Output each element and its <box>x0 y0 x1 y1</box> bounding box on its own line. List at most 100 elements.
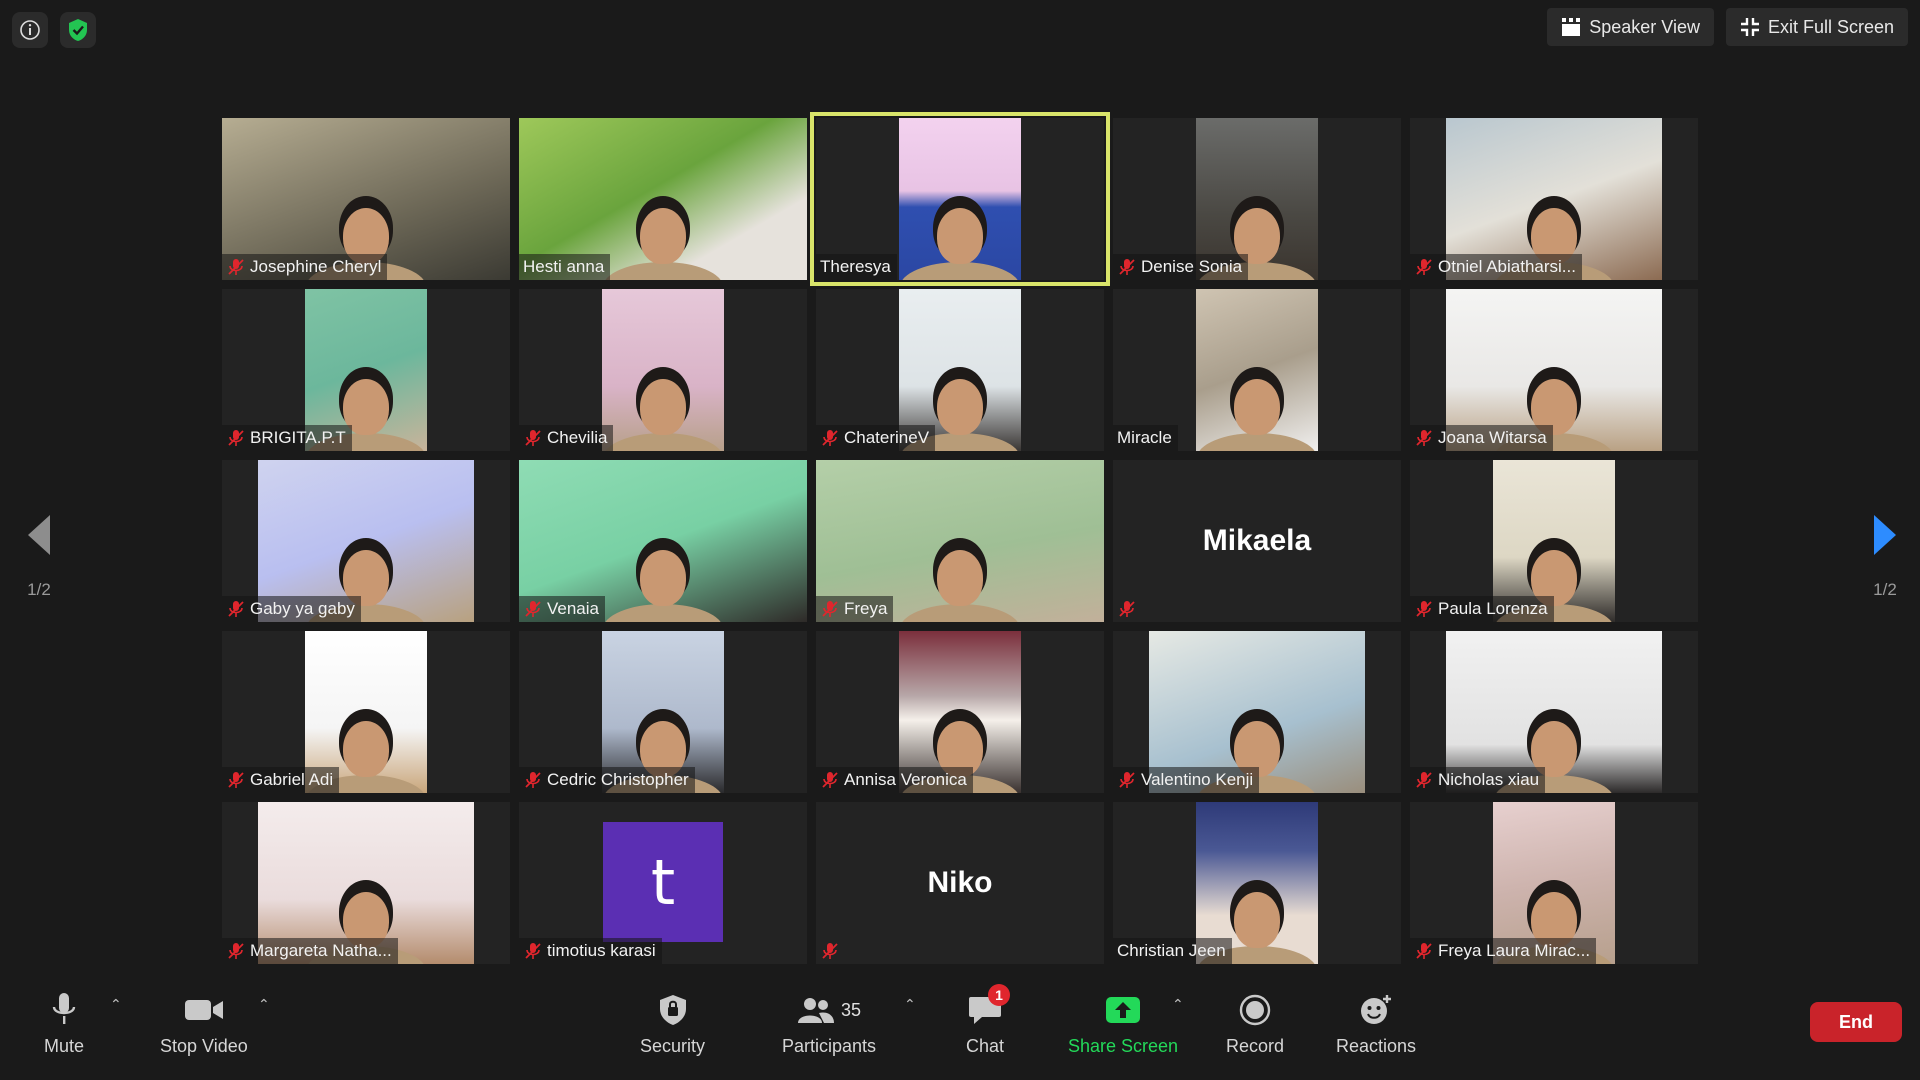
participant-tile[interactable]: Margareta Natha... <box>222 802 510 964</box>
meeting-info-button[interactable] <box>12 12 48 48</box>
reactions-button[interactable]: Reactions <box>1336 988 1416 1057</box>
participant-video <box>899 118 1021 280</box>
mute-label: Mute <box>44 1036 85 1056</box>
stop-video-button[interactable]: Stop Video <box>160 988 248 1057</box>
chevron-up-icon: ⌃ <box>258 996 270 1012</box>
video-camera-icon <box>184 1000 223 1020</box>
participant-name-bar: Gabriel Adi <box>222 767 340 793</box>
exit-full-screen-icon <box>1740 18 1759 36</box>
muted-microphone-icon <box>228 259 244 275</box>
participant-display-name: Niko <box>927 866 993 899</box>
microphone-icon <box>52 993 76 1024</box>
participant-tile[interactable]: Gabriel Adi <box>222 631 510 793</box>
participant-name: ChaterineV <box>844 428 930 447</box>
participant-name-bar: Gaby ya gaby <box>222 596 361 622</box>
participant-tile[interactable]: Niko <box>816 802 1104 964</box>
chevron-up-icon: ⌃ <box>110 996 122 1012</box>
participant-name: Freya <box>844 599 888 618</box>
participant-tile[interactable]: Denise Sonia <box>1113 118 1401 280</box>
chevron-up-icon: ⌃ <box>904 996 916 1012</box>
participants-options-caret[interactable]: ⌃ <box>904 996 916 1013</box>
participant-tile[interactable]: Miracle <box>1113 289 1401 451</box>
share-screen-button[interactable]: Share Screen <box>1068 988 1178 1057</box>
record-label: Record <box>1226 1036 1285 1056</box>
video-options-caret[interactable]: ⌃ <box>258 996 270 1013</box>
record-button[interactable]: Record <box>1226 988 1284 1057</box>
participants-icon <box>798 998 834 1023</box>
participant-tile[interactable]: Venaia <box>519 460 807 622</box>
stop-video-label: Stop Video <box>160 1036 248 1056</box>
audio-options-caret[interactable]: ⌃ <box>110 996 122 1013</box>
participant-name: Miracle <box>1117 428 1172 447</box>
chevron-up-icon: ⌃ <box>1172 996 1184 1012</box>
muted-microphone-icon <box>525 430 541 446</box>
participant-name: Cedric Christopher <box>547 770 689 789</box>
participant-name-bar: Denise Sonia <box>1113 254 1249 280</box>
shield-check-icon <box>69 19 87 41</box>
speaker-view-icon <box>1562 18 1581 36</box>
muted-microphone-icon <box>822 772 838 788</box>
encryption-button[interactable] <box>60 12 96 48</box>
muted-microphone-icon <box>228 772 244 788</box>
participant-name-bar <box>816 938 850 964</box>
participant-tile[interactable]: Joana Witarsa <box>1410 289 1698 451</box>
participant-tile[interactable]: Paula Lorenza <box>1410 460 1698 622</box>
gallery-grid: Josephine Cheryl Hesti anna Theresya Denise… <box>222 112 1698 964</box>
participant-name-bar <box>1113 596 1147 622</box>
participant-tile[interactable]: Hesti anna <box>519 118 807 280</box>
security-button[interactable]: Security <box>640 988 705 1057</box>
mute-button[interactable]: Mute <box>44 988 84 1057</box>
end-meeting-button[interactable]: End <box>1810 1002 1902 1042</box>
participant-tile[interactable]: Theresya <box>810 112 1110 286</box>
participant-name: Gabriel Adi <box>250 770 334 789</box>
participants-button[interactable]: 35 Participants <box>782 988 876 1057</box>
participant-tile[interactable]: Freya Laura Mirac... <box>1410 802 1698 964</box>
participant-video <box>1196 289 1318 451</box>
previous-page-control[interactable]: 1/2 <box>26 514 52 600</box>
muted-microphone-icon <box>228 430 244 446</box>
participant-name-bar: Annisa Veronica <box>816 767 973 793</box>
chat-unread-badge: 1 <box>988 984 1011 1006</box>
muted-microphone-icon <box>1416 943 1432 959</box>
participant-name: Annisa Veronica <box>844 770 967 789</box>
participant-tile[interactable]: Cedric Christopher <box>519 631 807 793</box>
participant-name: timotius karasi <box>547 941 656 960</box>
muted-microphone-icon <box>1119 601 1135 617</box>
speaker-view-button[interactable]: Speaker View <box>1547 8 1714 46</box>
reactions-label: Reactions <box>1336 1036 1417 1056</box>
participant-tile[interactable]: Chevilia <box>519 289 807 451</box>
chat-button[interactable]: 1 Chat <box>966 984 1011 1057</box>
exit-full-screen-button[interactable]: Exit Full Screen <box>1725 8 1908 46</box>
participant-name-bar: Margareta Natha... <box>222 938 398 964</box>
muted-microphone-icon <box>525 943 541 959</box>
participants-label: Participants <box>782 1036 877 1056</box>
share-options-caret[interactable]: ⌃ <box>1172 996 1184 1013</box>
participant-tile[interactable]: Christian Jeen <box>1113 802 1401 964</box>
participant-name: Josephine Cheryl <box>250 257 382 276</box>
top-left-controls <box>12 12 96 48</box>
muted-microphone-icon <box>228 601 244 617</box>
record-icon <box>1239 994 1271 1026</box>
participant-avatar: t <box>603 822 723 942</box>
participant-tile[interactable]: Valentino Kenji <box>1113 631 1401 793</box>
participant-tile[interactable]: Freya <box>816 460 1104 622</box>
speaker-view-label: Speaker View <box>1589 16 1700 37</box>
participant-tile[interactable]: t timotius karasi <box>519 802 807 964</box>
share-screen-icon <box>1106 997 1141 1023</box>
participant-tile[interactable]: Mikaela <box>1113 460 1401 622</box>
participant-name: Freya Laura Mirac... <box>1438 941 1591 960</box>
participant-tile[interactable]: Gaby ya gaby <box>222 460 510 622</box>
next-page-control[interactable]: 1/2 <box>1872 514 1898 600</box>
participant-tile[interactable]: BRIGITA.P.T <box>222 289 510 451</box>
participant-name: Chevilia <box>547 428 608 447</box>
muted-microphone-icon <box>822 430 838 446</box>
participant-tile[interactable]: Josephine Cheryl <box>222 118 510 280</box>
participant-name-bar: Miracle <box>1113 425 1178 451</box>
participant-tile[interactable]: Nicholas xiau <box>1410 631 1698 793</box>
participant-tile[interactable]: ChaterineV <box>816 289 1104 451</box>
participant-tile[interactable]: Otniel Abiatharsi... <box>1410 118 1698 280</box>
participant-name-bar: Christian Jeen <box>1113 938 1232 964</box>
chat-label: Chat <box>966 1036 1005 1056</box>
participant-name: Venaia <box>547 599 599 618</box>
participant-tile[interactable]: Annisa Veronica <box>816 631 1104 793</box>
